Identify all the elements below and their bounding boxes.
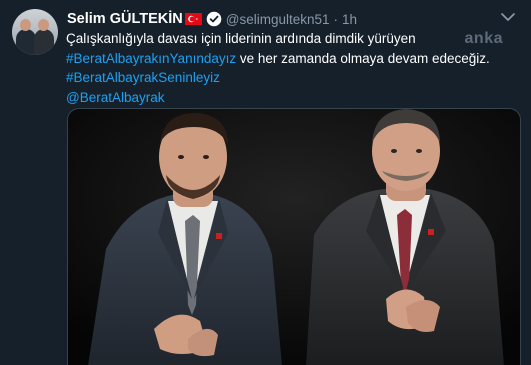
turkey-flag-icon [184,13,202,25]
avatar-figure-right [34,29,54,55]
tweet-text-line2-rest: ve her zamanda olmaya devam edeceğiz. [236,50,490,66]
user-handle[interactable]: @selimgultekn51 [226,12,330,27]
separator-dot: · [333,11,339,27]
timestamp[interactable]: 1h [342,12,357,27]
hashtag-link[interactable]: #BeratAlbayrakınYanındayız [66,51,236,66]
mention-link[interactable]: @BeratAlbayrak [66,88,516,108]
tweet-text-line1: Çalışkanlığıyla davası için liderinin ar… [66,31,416,46]
verified-badge-icon [206,11,222,27]
chevron-down-icon[interactable] [499,10,517,24]
avatar-figure-left [16,29,36,55]
avatar-head-left [20,19,31,31]
tweet-header: Selim GÜLTEKİN @selimgultekn51 · 1h [67,9,357,29]
display-name[interactable]: Selim GÜLTEKİN [67,11,183,27]
hashtag-link[interactable]: #BeratAlbayrakSeninleyiz [66,68,516,88]
tweet-text-line2: #BeratAlbayrakınYanındayız ve her zamand… [66,49,516,69]
tweet-photo[interactable] [67,108,521,365]
avatar-head-right [38,19,49,31]
tweet[interactable]: Selim GÜLTEKİN @selimgultekn51 · 1h anka… [0,0,531,365]
tweet-text: Çalışkanlığıyla davası için liderinin ar… [66,29,516,107]
avatar[interactable] [12,9,58,55]
